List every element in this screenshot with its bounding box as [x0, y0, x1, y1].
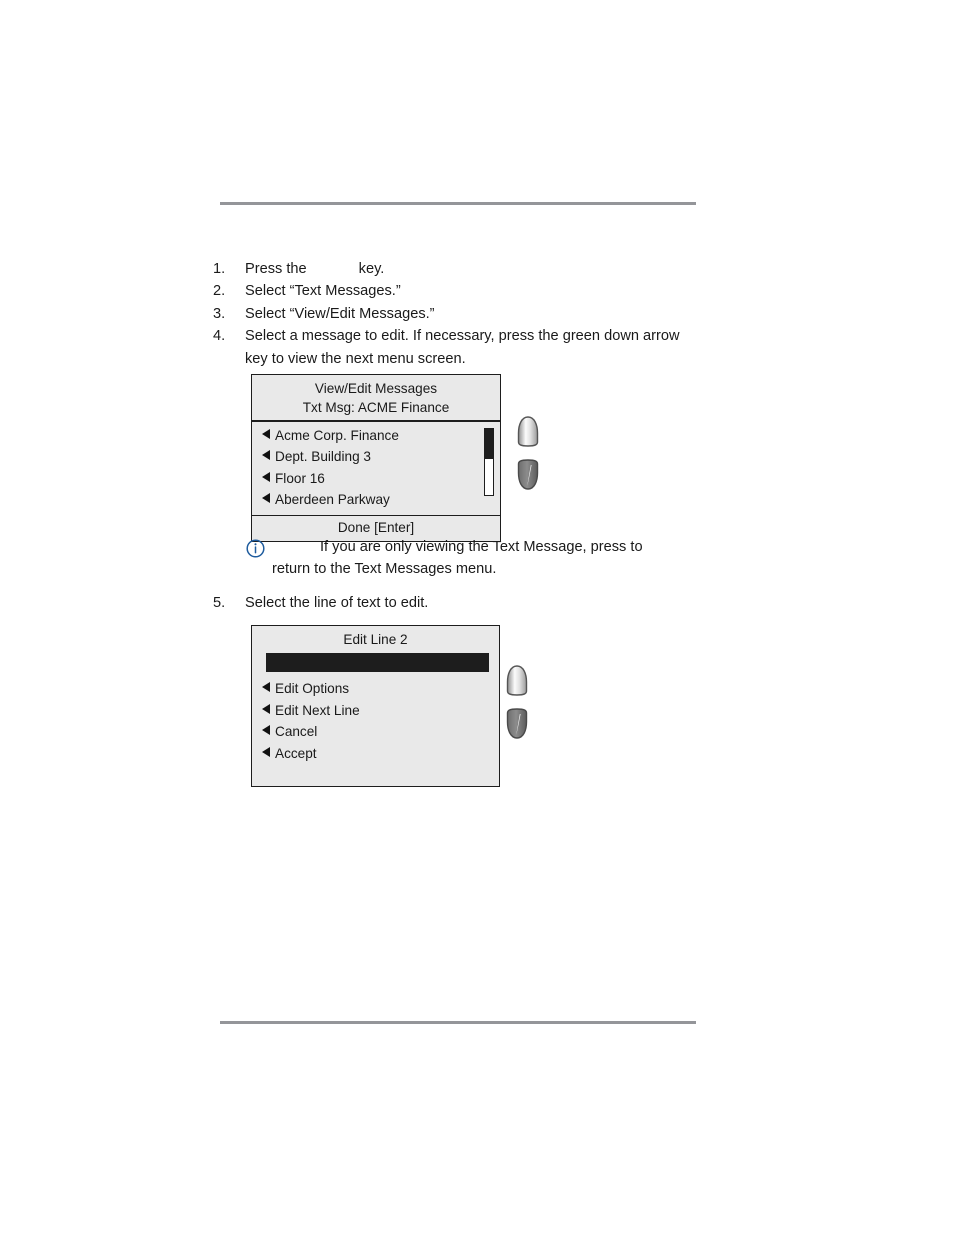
lcd-title-line-2: Txt Msg: ACME Finance: [302, 400, 450, 415]
step-text: Select “View/Edit Messages.”: [245, 305, 435, 322]
procedure-steps-list: 1. Press the key. 2. Select “Text Message…: [213, 258, 693, 370]
scrollbar[interactable]: [484, 427, 494, 496]
down-arrow-key[interactable]: [517, 459, 539, 490]
lcd-title-area: Edit Line 2: [252, 626, 499, 652]
lcd-title-area: View/Edit Messages Txt Msg: ACME Finance: [252, 375, 500, 420]
left-triangle-icon: [262, 450, 270, 461]
list-item: 2. Select “Text Messages.”: [213, 280, 693, 302]
info-icon: [246, 539, 265, 558]
navigation-keys-group-2: [506, 665, 528, 739]
lcd-frame: Edit Line 2 Edit Options Edit Next Line …: [251, 625, 500, 787]
header-rule: [220, 202, 696, 205]
lcd-menu-item[interactable]: Edit Next Line: [252, 700, 499, 722]
scrollbar-thumb[interactable]: [485, 428, 493, 459]
procedure-steps-list-continued: 5. Select the line of text to edit.: [213, 592, 693, 614]
lcd-menu-item-label: Floor 16: [275, 470, 325, 486]
step-number: 5.: [213, 595, 226, 611]
step-number: 1.: [213, 261, 226, 277]
left-triangle-icon: [262, 493, 270, 504]
navigation-keys-group-1: [517, 416, 539, 490]
lcd-menu-item[interactable]: Floor 16: [252, 468, 500, 490]
left-triangle-icon: [262, 746, 270, 757]
list-item: 4. Select a message to edit. If necessar…: [213, 325, 693, 370]
lcd-menu-item-label: Dept. Building 3: [275, 449, 371, 465]
lcd-menu-item-label: Edit Options: [275, 681, 350, 696]
list-item: 1. Press the key.: [213, 258, 693, 280]
step-number: 4.: [213, 328, 226, 345]
document-page: 1. Press the key. 2. Select “Text Message…: [0, 0, 954, 1235]
lcd-menu-list: Edit Options Edit Next Line Cancel Accep…: [252, 675, 499, 768]
left-triangle-icon: [262, 682, 270, 692]
note-block: If you are only viewing the Text Message…: [246, 536, 676, 581]
list-item: 3. Select “View/Edit Messages.”: [213, 303, 693, 325]
step-text: Select the line of text to edit.: [245, 595, 429, 611]
list-item: 5. Select the line of text to edit.: [213, 592, 693, 614]
lcd-screen-edit-line: Edit Line 2 Edit Options Edit Next Line …: [251, 625, 528, 787]
lcd-menu-item-label: Cancel: [275, 724, 318, 739]
left-triangle-icon: [262, 471, 270, 482]
lcd-menu-item[interactable]: Dept. Building 3: [252, 446, 500, 468]
lcd-title-line-1: View/Edit Messages: [314, 381, 438, 396]
lcd-screen-view-edit-messages: View/Edit Messages Txt Msg: ACME Finance…: [251, 374, 539, 543]
step-text: Select “Text Messages.”: [245, 283, 401, 300]
lcd-menu-item-label: Aberdeen Parkway: [275, 492, 390, 508]
lcd-title: Edit Line 2: [343, 632, 408, 647]
up-arrow-key[interactable]: [506, 665, 528, 696]
step-number: 3.: [213, 305, 226, 322]
up-arrow-key[interactable]: [517, 416, 539, 447]
lcd-menu-item-label: Acme Corp. Finance: [275, 427, 399, 443]
lcd-menu-item-label: Edit Next Line: [275, 702, 360, 718]
left-triangle-icon: [262, 428, 270, 439]
lcd-menu-item[interactable]: Edit Options: [252, 678, 499, 700]
lcd-menu-item[interactable]: Accept: [252, 743, 499, 765]
note-text: If you are only viewing the Text Message…: [246, 536, 676, 581]
lcd-menu-item[interactable]: Acme Corp. Finance: [252, 425, 500, 447]
step-text: Press the: [245, 261, 307, 277]
step-text-after: key.: [358, 261, 385, 277]
step-text: Select a message to edit. If necessary, …: [245, 328, 680, 367]
lcd-menu-item[interactable]: Cancel: [252, 721, 499, 743]
down-arrow-key[interactable]: [506, 708, 528, 739]
lcd-edit-field[interactable]: [266, 653, 489, 672]
lcd-frame: View/Edit Messages Txt Msg: ACME Finance…: [251, 374, 501, 543]
left-triangle-icon: [262, 703, 270, 714]
lcd-menu-item[interactable]: Aberdeen Parkway: [252, 489, 500, 511]
step-number: 2.: [213, 283, 226, 300]
note-line-1: If you are only viewing the Text Message…: [320, 539, 627, 555]
lcd-menu-item-label: Accept: [275, 745, 317, 761]
lcd-menu-list: Acme Corp. Finance Dept. Building 3 Floo…: [252, 422, 500, 515]
footer-rule: [220, 1021, 696, 1024]
left-triangle-icon: [262, 725, 270, 735]
